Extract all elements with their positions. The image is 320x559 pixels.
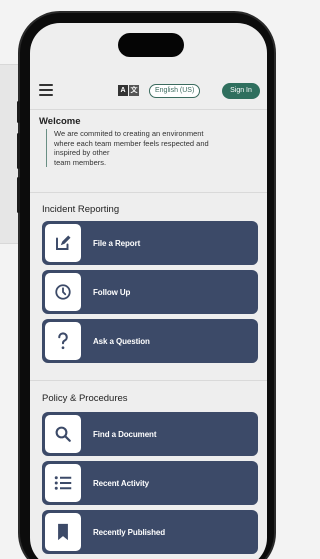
edit-icon [45,224,81,262]
search-icon [45,415,81,453]
dynamic-island [118,33,184,57]
phone-side-button [17,177,20,213]
list-icon [45,464,81,502]
file-report-button[interactable]: File a Report [42,221,258,265]
translate-glyph-latin: A [118,85,128,96]
hamburger-icon[interactable] [39,84,53,96]
divider [30,380,267,381]
phone-screen: A 文 English (US) Sign In Welcome We are … [30,23,267,559]
file-report-label: File a Report [93,238,141,248]
question-icon [45,322,81,360]
divider [30,109,267,110]
welcome-line: team members. [54,157,107,167]
top-bar: A 文 English (US) Sign In [30,73,267,109]
language-select[interactable]: English (US) [149,84,201,98]
welcome-line: inspired by other [54,148,110,157]
translate-icon[interactable]: A 文 [118,85,139,96]
clock-icon [45,273,81,311]
recent-activity-button[interactable]: Recent Activity [42,461,258,505]
ask-question-label: Ask a Question [93,336,150,346]
bookmark-icon [45,513,81,551]
divider [30,192,267,193]
welcome-line: We are commited to creating an environme… [54,129,204,138]
find-document-label: Find a Document [93,429,157,439]
translate-glyph-cjk: 文 [129,85,139,96]
welcome-line: where each team member feels respected a… [54,138,209,148]
welcome-title: Welcome [39,116,81,127]
phone-side-button [17,133,20,169]
recently-published-label: Recently Published [93,527,165,537]
phone-frame: A 文 English (US) Sign In Welcome We are … [17,13,274,559]
section-title-incident-reporting: Incident Reporting [42,204,120,215]
find-document-button[interactable]: Find a Document [42,412,258,456]
recent-activity-label: Recent Activity [93,478,150,488]
section-title-policy-procedures: Policy & Procedures [42,393,128,404]
welcome-message: We are commited to creating an environme… [46,129,246,167]
ask-question-button[interactable]: Ask a Question [42,319,258,363]
phone-side-button [17,101,20,123]
follow-up-button[interactable]: Follow Up [42,270,258,314]
sign-in-button[interactable]: Sign In [222,83,260,99]
follow-up-label: Follow Up [93,287,131,297]
recently-published-button[interactable]: Recently Published [42,510,258,554]
